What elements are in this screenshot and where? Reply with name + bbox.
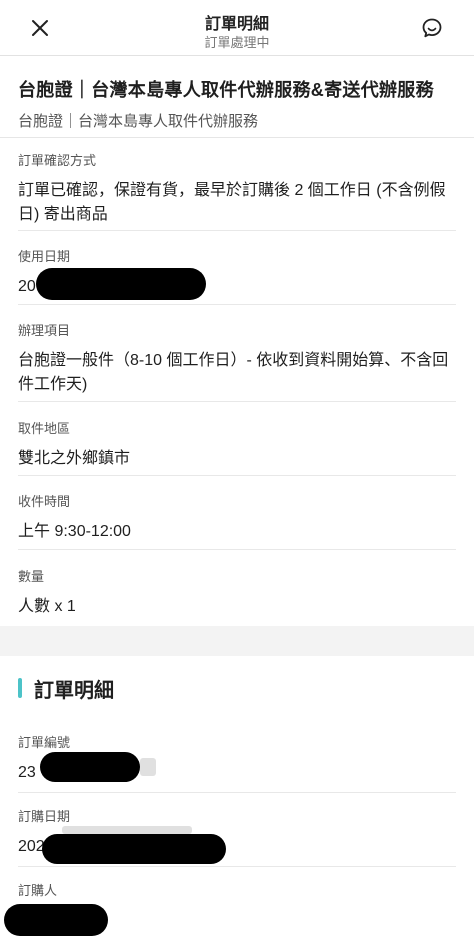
redaction xyxy=(36,268,206,300)
accent-bar xyxy=(18,678,22,698)
section-header: 訂單明細 xyxy=(18,674,114,702)
section-title: 訂單明細 xyxy=(34,679,114,702)
field-value: 訂單已確認，保證有貨，最早於訂購後 2 個工作日 (不含例假日) 寄出商品 xyxy=(18,182,446,223)
field-label: 訂單編號 xyxy=(18,735,71,750)
field-label: 辦理項目 xyxy=(18,323,71,338)
pixelation xyxy=(62,826,192,834)
chat-bubble-icon[interactable] xyxy=(420,16,444,40)
section-gap xyxy=(0,626,474,656)
field-label: 使用日期 xyxy=(18,249,71,264)
field-value: 台胞證一般件（8-10 個工作日）- 依收到資料開始算、不含回件工作天) xyxy=(18,352,449,393)
redaction xyxy=(42,834,226,864)
top-bar: 訂單明細 訂單處理中 xyxy=(0,0,474,56)
field-label: 數量 xyxy=(18,569,45,584)
page-title: 訂單明細 xyxy=(204,16,269,33)
field-label: 訂單確認方式 xyxy=(18,153,97,168)
field-label: 收件時間 xyxy=(18,494,71,509)
product-name: 台胞證｜台灣本島專人取件代辦服務&寄送代辦服務 xyxy=(18,80,434,100)
field-value: 上午 9:30-12:00 xyxy=(18,523,131,540)
field-label: 取件地區 xyxy=(18,421,71,436)
field-confirm-method: 訂單確認方式 訂單已確認，保證有貨，最早於訂購後 2 個工作日 (不含例假日) … xyxy=(18,150,456,227)
divider xyxy=(18,304,456,305)
redaction xyxy=(40,752,140,782)
field-label: 訂購人 xyxy=(18,883,58,898)
field-orderer: 訂購人 xyxy=(18,880,456,899)
divider xyxy=(18,401,456,402)
divider xyxy=(18,866,456,867)
divider xyxy=(18,792,456,793)
field-value: 雙北之外鄉鎮市 xyxy=(18,450,131,467)
field-receive-time: 收件時間 上午 9:30-12:00 xyxy=(18,491,456,544)
pixelation xyxy=(140,758,156,776)
field-pickup-region: 取件地區 雙北之外鄉鎮市 xyxy=(18,418,456,471)
divider xyxy=(18,549,456,550)
field-service-item: 辦理項目 台胞證一般件（8-10 個工作日）- 依收到資料開始算、不含回件工作天… xyxy=(18,320,456,397)
field-value: 人數 x 1 xyxy=(18,598,76,615)
product-block: 台胞證｜台灣本島專人取件代辦服務&寄送代辦服務 台胞證｜台灣本島專人取件代辦服務 xyxy=(0,56,474,138)
field-label: 訂購日期 xyxy=(18,809,71,824)
redaction xyxy=(4,904,108,936)
divider xyxy=(18,475,456,476)
field-quantity: 數量 人數 x 1 xyxy=(18,566,456,619)
divider xyxy=(18,230,456,231)
product-plan: 台胞證｜台灣本島專人取件代辦服務 xyxy=(18,113,259,130)
order-status: 訂單處理中 xyxy=(204,35,270,50)
